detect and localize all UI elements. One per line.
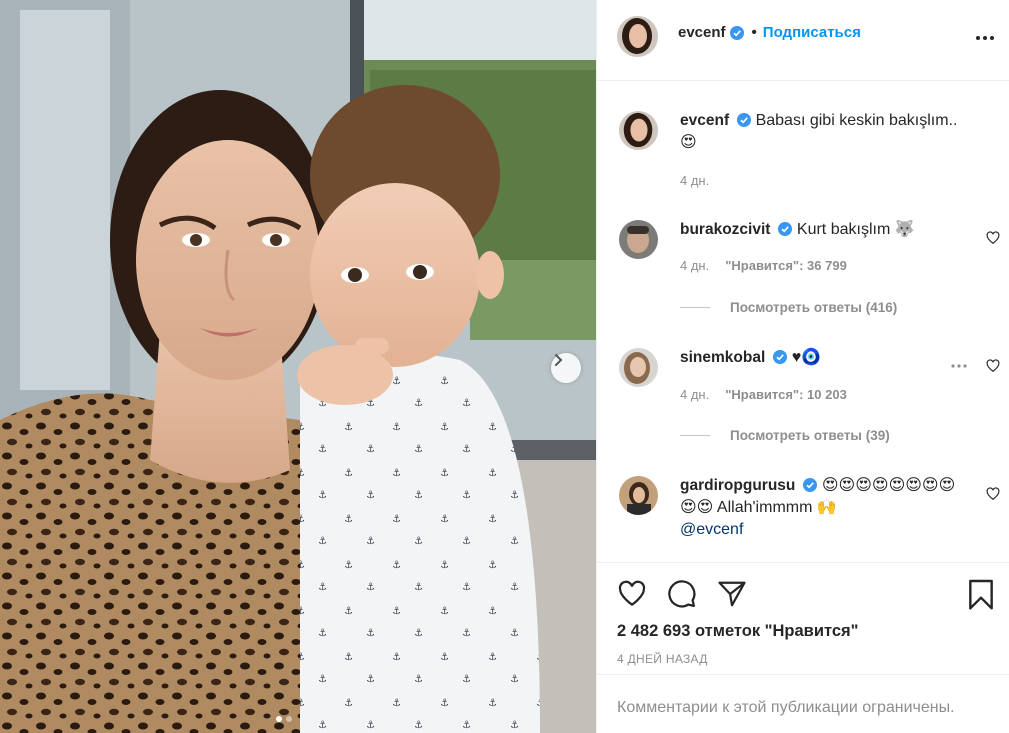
caption-meta: 4 дн. xyxy=(680,173,709,188)
avatar[interactable] xyxy=(619,111,658,150)
caption-username[interactable]: evcenf xyxy=(680,112,729,129)
paper-plane-icon[interactable] xyxy=(717,579,747,609)
verified-badge-icon xyxy=(778,222,793,236)
bookmark-icon[interactable] xyxy=(967,579,995,611)
view-replies-button[interactable]: Посмотреть ответы (416) xyxy=(680,300,897,315)
heart-icon[interactable] xyxy=(616,579,648,609)
more-options-icon[interactable] xyxy=(950,363,968,369)
carousel-dot-2 xyxy=(286,716,292,722)
header-user: evcenf • Подписаться xyxy=(678,24,861,41)
post-sidebar: evcenf • Подписаться evcenf Babası gibi … xyxy=(596,0,1009,733)
caption-emoji: 😍 xyxy=(680,134,697,151)
replies-divider xyxy=(680,307,710,308)
comment-text: Kurt bakışlım 🐺 xyxy=(796,221,915,238)
post-header: evcenf • Подписаться xyxy=(597,0,1009,81)
post-photo: ⚓ ⚓ xyxy=(0,0,596,733)
author-username[interactable]: evcenf xyxy=(678,24,726,41)
avatar-burakozcivit-image xyxy=(619,220,658,259)
avatar[interactable] xyxy=(619,348,658,387)
post-actions: 2 482 693 отметок "Нравится" 4 ДНЕЙ НАЗА… xyxy=(597,562,1009,674)
verified-badge-icon xyxy=(729,25,744,40)
comments-restricted-notice: Комментарии к этой публикации ограничены… xyxy=(597,674,1009,733)
avatar-gardiropgurusu-image xyxy=(619,476,658,515)
follow-button[interactable]: Подписаться xyxy=(763,24,861,41)
comment-text-block: burakozcivit Kurt bakışlım 🐺 xyxy=(680,219,980,241)
verified-badge-icon xyxy=(803,478,818,492)
comment-username[interactable]: gardiropgurusu xyxy=(680,477,795,494)
comment-text-block: sinemkobal ♥🧿 xyxy=(680,347,980,369)
photo-illustration: ⚓ ⚓ xyxy=(0,0,596,733)
comment-mention-link[interactable]: @evcenf xyxy=(680,521,743,538)
likes-count[interactable]: 2 482 693 отметок "Нравится" xyxy=(617,622,858,641)
heart-icon[interactable] xyxy=(986,231,1000,245)
comment-time[interactable]: 4 дн. xyxy=(680,258,709,273)
avatar-evcenf-image xyxy=(619,111,658,150)
comment-meta: 4 дн. "Нравится": 10 203 xyxy=(680,387,847,402)
caption-text: Babası gibi keskin bakışlım.. xyxy=(755,112,958,129)
comment-icon[interactable] xyxy=(667,579,697,609)
header-separator: • xyxy=(751,24,757,41)
chevron-right-icon xyxy=(555,354,563,366)
comment-text-block: gardiropgurusu 😍😍😍😍😍😍😍😍😍😍 Allah'immmm 🙌 … xyxy=(680,475,970,541)
carousel-next-button[interactable] xyxy=(551,353,581,383)
verified-badge-icon xyxy=(737,113,752,127)
post-date[interactable]: 4 ДНЕЙ НАЗАД xyxy=(617,652,708,666)
comment-likes[interactable]: "Нравится": 36 799 xyxy=(725,258,847,273)
comment-text: ♥🧿 xyxy=(791,349,822,366)
avatar[interactable] xyxy=(619,220,658,259)
view-replies-label: Посмотреть ответы (39) xyxy=(730,428,890,443)
more-options-icon[interactable] xyxy=(975,28,995,48)
avatar-evcenf-image xyxy=(617,16,658,57)
comment-likes[interactable]: "Нравится": 10 203 xyxy=(725,387,847,402)
comment-username[interactable]: burakozcivit xyxy=(680,221,770,238)
comment-meta: 4 дн. "Нравится": 36 799 xyxy=(680,258,847,273)
carousel-dot-1 xyxy=(276,716,282,722)
carousel-indicator xyxy=(276,716,292,722)
heart-icon[interactable] xyxy=(986,359,1000,373)
heart-icon[interactable] xyxy=(986,487,1000,501)
avatar-sinemkobal-image xyxy=(619,348,658,387)
caption-time[interactable]: 4 дн. xyxy=(680,173,709,188)
caption-text-block: evcenf Babası gibi keskin bakışlım.. 😍 xyxy=(680,110,980,154)
view-replies-button[interactable]: Посмотреть ответы (39) xyxy=(680,428,890,443)
replies-divider xyxy=(680,435,710,436)
comment-username[interactable]: sinemkobal xyxy=(680,349,765,366)
avatar[interactable] xyxy=(619,476,658,515)
avatar[interactable] xyxy=(617,16,658,57)
view-replies-label: Посмотреть ответы (416) xyxy=(730,300,898,315)
comment-time[interactable]: 4 дн. xyxy=(680,387,709,402)
verified-badge-icon xyxy=(773,350,788,364)
